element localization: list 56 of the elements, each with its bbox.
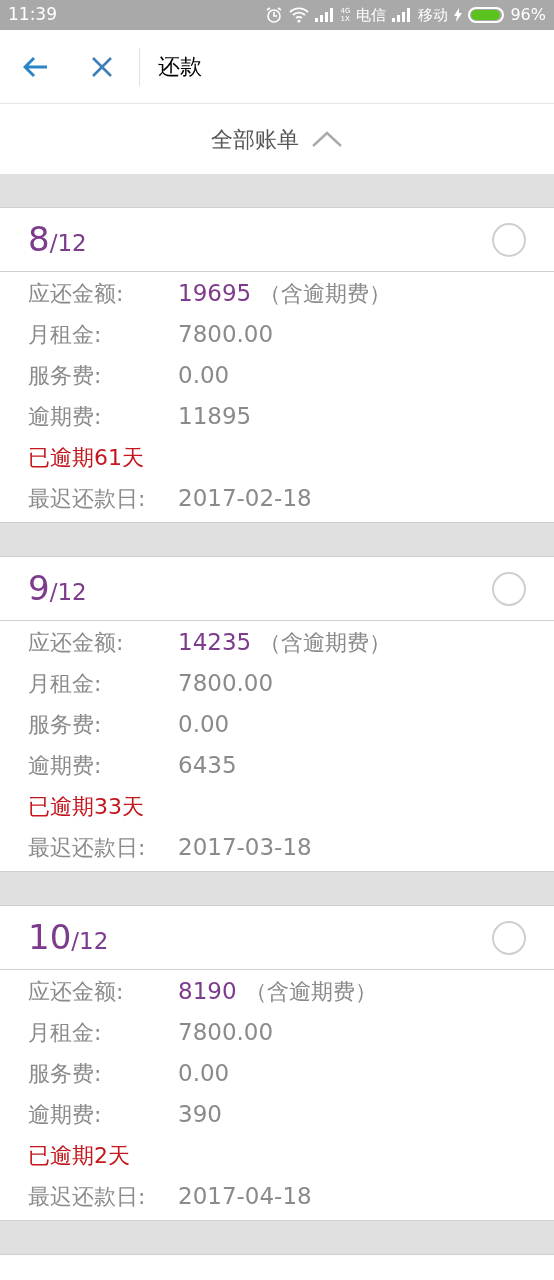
field-value: 7800.00 [178,320,274,350]
field-label: 最迟还款日: [28,485,147,513]
field-label: 应还金额: [28,280,125,308]
field-value: 0.00 [178,1059,230,1089]
field-note: （含逾期费） [259,280,392,308]
field-value: 19695 [178,279,252,309]
field-value: 6435 [178,751,237,781]
field-value: 11895 [178,402,252,432]
field-value: 2017-02-18 [178,484,312,514]
field-value: 8190 [178,977,237,1007]
field-value: 7800.00 [178,1018,274,1048]
battery-icon [468,7,505,23]
field-label: 逾期费: [28,1101,103,1129]
select-radio[interactable] [492,222,526,257]
field-value: 0.00 [178,710,230,740]
field-label: 服务费: [28,1060,103,1088]
field-label: 服务费: [28,362,103,390]
status-time: 11:39 [8,3,57,27]
field-note: （含逾期费） [259,629,392,657]
carrier-name: 移动 [418,4,449,26]
field-label: 最迟还款日: [28,834,147,862]
field-label: 逾期费: [28,752,103,780]
field-label: 最迟还款日: [28,1183,147,1211]
carrier-name: 电信 [356,4,387,26]
field-label: 逾期费: [28,403,103,431]
field-label: 月租金: [28,670,103,698]
field-label: 月租金: [28,321,103,349]
field-value: 0.00 [178,361,230,391]
bill-period: 10/12 [28,916,109,959]
field-value: 7800.00 [178,669,274,699]
field-label: 应还金额: [28,629,125,657]
select-radio[interactable] [492,920,526,955]
signal-icon [392,8,413,22]
field-note: （含逾期费） [244,978,377,1006]
field-value: 2017-04-18 [178,1182,312,1212]
field-label: 应还金额: [28,978,125,1006]
wifi-icon [288,7,309,23]
overdue-notice: 已逾期33天 [28,793,144,821]
field-label: 服务费: [28,711,103,739]
signal-icon [314,8,335,22]
select-radio[interactable] [492,571,526,606]
overdue-notice: 已逾期2天 [28,1142,130,1170]
battery-percent: 96% [510,4,546,26]
alarm-icon [264,6,283,24]
field-value: 390 [178,1100,222,1130]
close-icon [91,55,113,78]
bill-period: 8/12 [28,218,87,261]
bill-filter-toggle[interactable]: 全部账单 [0,104,554,174]
back-icon [23,55,49,78]
bill-period: 9/12 [28,567,87,610]
field-value: 14235 [178,628,252,658]
page-title: 还款 [158,53,202,81]
chevron-icon [311,130,343,148]
field-label: 月租金: [28,1019,103,1047]
field-value: 2017-03-18 [178,833,312,863]
overdue-notice: 已逾期61天 [28,444,144,472]
